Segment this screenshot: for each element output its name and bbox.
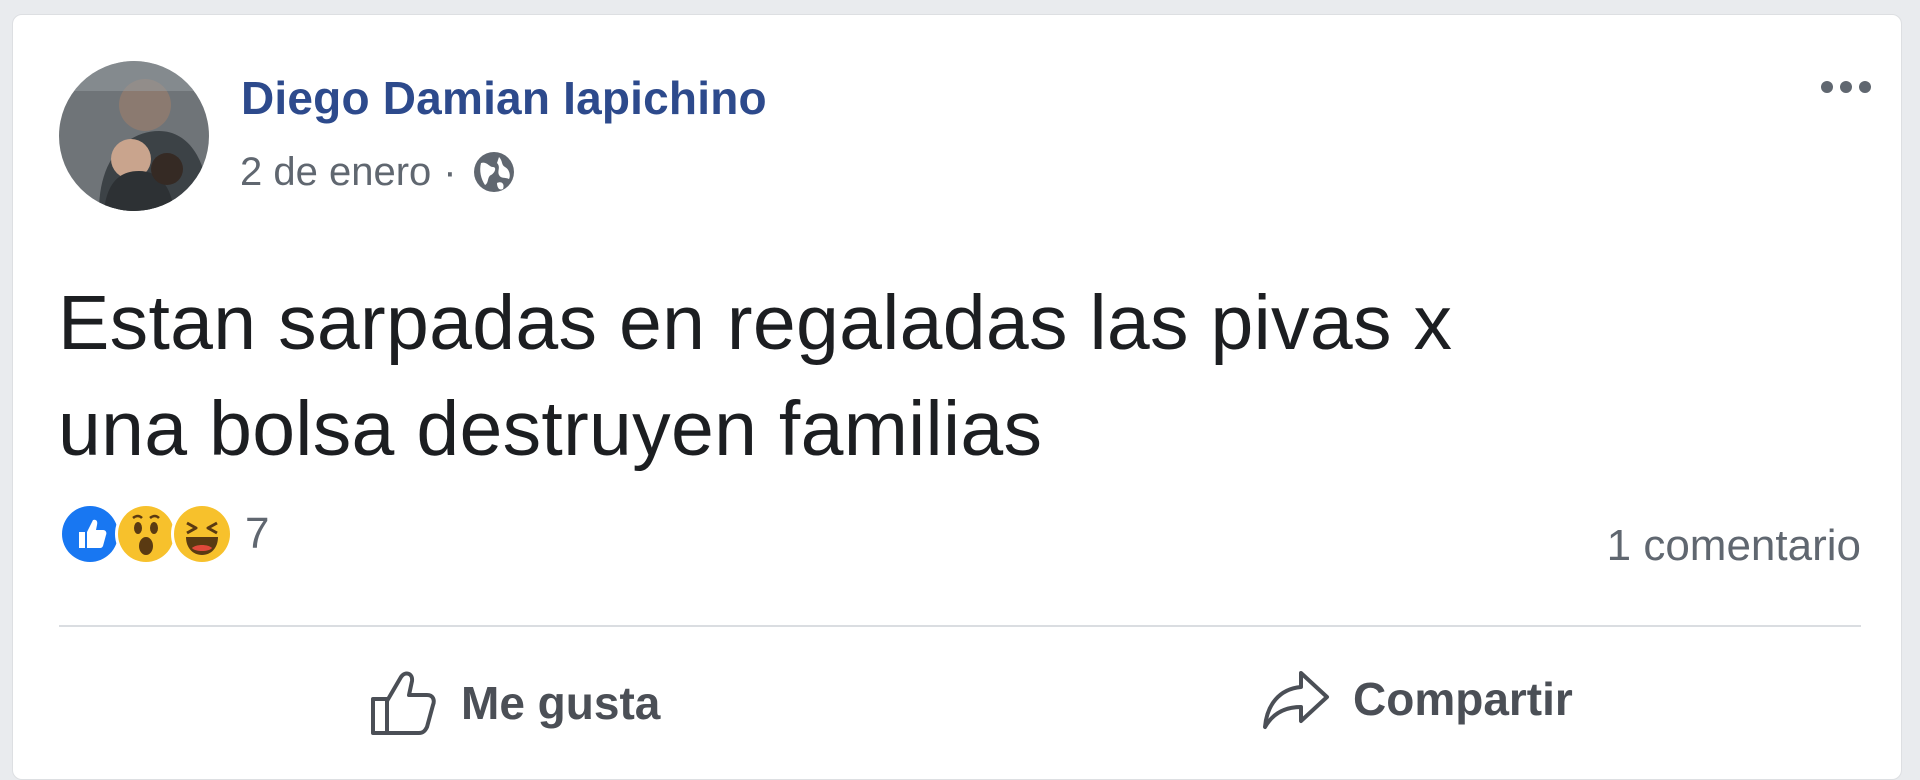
post-meta: 2 de enero · (240, 149, 517, 195)
post-text-line: Estan sarpadas en regaladas las pivas x (58, 280, 1453, 366)
globe-icon[interactable] (471, 149, 517, 195)
thumbs-up-icon (371, 671, 436, 735)
avatar[interactable] (59, 61, 209, 211)
more-dot (1840, 81, 1852, 93)
divider (59, 625, 1861, 627)
comments-count-link[interactable]: 1 comentario (1607, 521, 1861, 571)
more-dot (1821, 81, 1833, 93)
post-text-line: una bolsa destruyen familias (58, 386, 1043, 472)
reaction-count: 7 (245, 509, 270, 558)
share-button[interactable]: Compartir (1261, 667, 1573, 731)
meta-separator: · (443, 149, 457, 194)
author-name[interactable]: Diego Damian Iapichino (241, 71, 767, 125)
reactions-summary[interactable]: 7 (59, 503, 269, 565)
post-date[interactable]: 2 de enero (240, 150, 431, 195)
wow-icon (115, 503, 177, 565)
like-icon (59, 503, 121, 565)
post-card: Diego Damian Iapichino 2 de enero · Esta… (12, 14, 1902, 780)
share-label: Compartir (1353, 673, 1573, 725)
like-button[interactable]: Me gusta (367, 667, 660, 739)
more-dot (1859, 81, 1871, 93)
like-label: Me gusta (461, 677, 661, 729)
share-arrow-icon (1263, 671, 1329, 729)
haha-icon (171, 503, 233, 565)
more-options-icon[interactable] (1821, 81, 1871, 93)
post-text: Estan sarpadas en regaladas las pivas x … (58, 270, 1838, 482)
